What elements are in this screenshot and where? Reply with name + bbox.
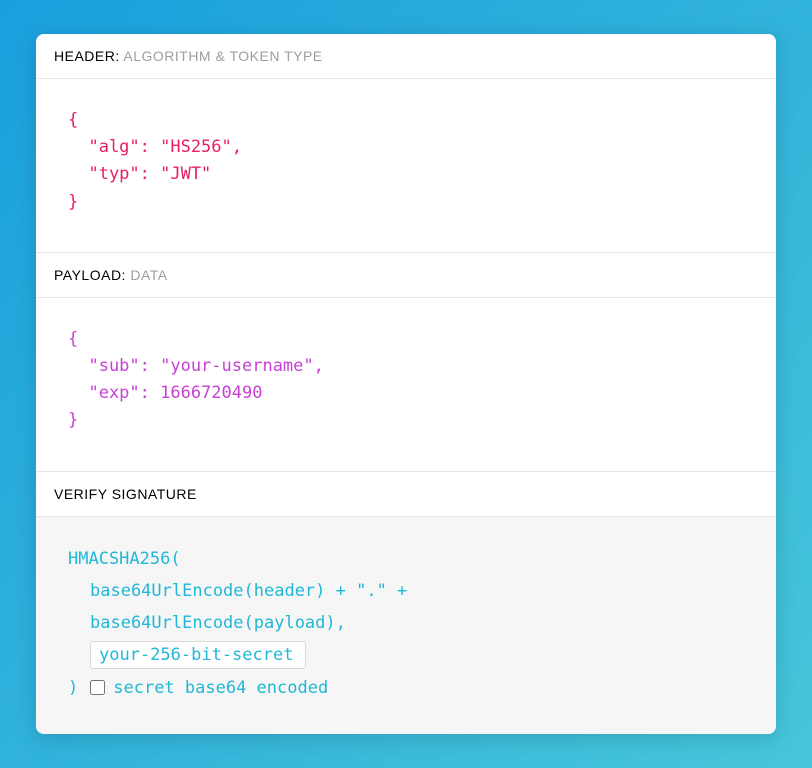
payload-code-block[interactable]: { "sub": "your-username", "exp": 1666720…: [36, 298, 776, 471]
secret-base64-label: secret base64 encoded: [113, 672, 328, 704]
header-section-title: HEADER: ALGORITHM & TOKEN TYPE: [36, 34, 776, 79]
signature-close-paren: ): [68, 672, 78, 704]
signature-line-3: base64UrlEncode(payload),: [68, 607, 744, 639]
signature-title-label: VERIFY SIGNATURE: [54, 486, 197, 502]
header-title-label: HEADER:: [54, 48, 120, 64]
secret-input[interactable]: [90, 641, 306, 669]
secret-base64-checkbox[interactable]: [90, 680, 105, 695]
signature-block: HMACSHA256( base64UrlEncode(header) + ".…: [36, 517, 776, 734]
signature-section-title: VERIFY SIGNATURE: [36, 471, 776, 517]
payload-section-title: PAYLOAD: DATA: [36, 252, 776, 298]
header-subtitle-label: ALGORITHM & TOKEN TYPE: [123, 48, 322, 64]
signature-line-2: base64UrlEncode(header) + "." +: [68, 575, 744, 607]
jwt-decoder-card: HEADER: ALGORITHM & TOKEN TYPE { "alg": …: [36, 34, 776, 734]
payload-subtitle-label: DATA: [130, 267, 167, 283]
signature-line-1: HMACSHA256(: [68, 543, 744, 575]
payload-title-label: PAYLOAD:: [54, 267, 126, 283]
header-code-block[interactable]: { "alg": "HS256", "typ": "JWT" }: [36, 79, 776, 252]
